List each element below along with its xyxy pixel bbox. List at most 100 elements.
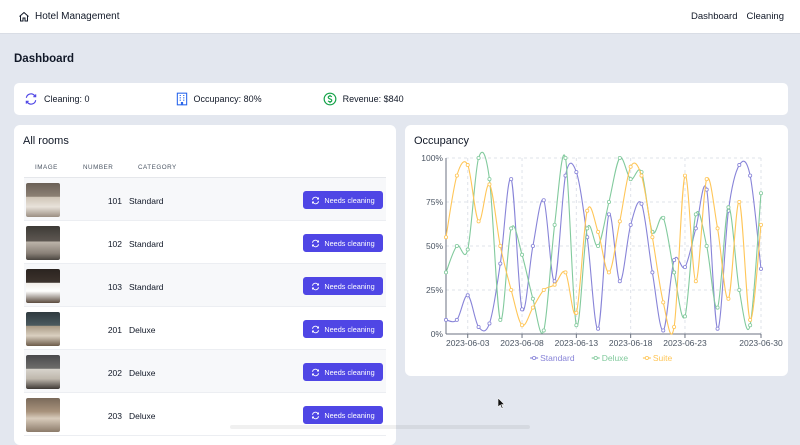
dollar-icon <box>323 92 337 106</box>
button-label: Needs cleaning <box>324 195 375 205</box>
data-point-suite <box>639 173 644 178</box>
room-number: 101 <box>107 196 122 206</box>
data-point-deluxe <box>628 177 633 182</box>
data-point-standard <box>476 324 481 329</box>
data-point-standard <box>465 293 470 298</box>
data-point-standard <box>498 261 503 266</box>
data-point-standard <box>617 279 622 284</box>
data-point-suite <box>574 310 579 315</box>
data-point-deluxe <box>704 244 709 249</box>
data-point-suite <box>476 219 481 224</box>
home-icon <box>19 11 29 21</box>
room-thumbnail <box>26 312 60 346</box>
room-number: 102 <box>107 239 122 249</box>
needs-cleaning-button[interactable]: Needs cleaning <box>303 320 383 338</box>
refresh-icon <box>25 93 37 105</box>
room-number: 203 <box>107 411 122 421</box>
col-number: NUMBER <box>83 164 114 171</box>
y-tick-label: 100% <box>421 153 443 163</box>
data-point-suite <box>650 235 655 240</box>
room-number: 201 <box>107 325 122 335</box>
needs-cleaning-button[interactable]: Needs cleaning <box>303 363 383 381</box>
data-point-deluxe <box>487 177 492 182</box>
needs-cleaning-button[interactable]: Needs cleaning <box>303 191 383 209</box>
data-point-standard <box>552 279 557 284</box>
data-point-suite <box>693 279 698 284</box>
data-point-standard <box>682 265 687 270</box>
data-point-suite <box>541 287 546 292</box>
rooms-table-header: IMAGE NUMBER CATEGORY <box>24 159 386 178</box>
x-tick-label: 2023-06-08 <box>500 338 544 348</box>
data-point-deluxe <box>726 205 731 210</box>
brand[interactable]: Hotel Management <box>18 11 120 23</box>
data-point-deluxe <box>672 270 677 275</box>
data-point-deluxe <box>530 296 535 301</box>
data-point-standard <box>628 222 633 227</box>
data-point-deluxe <box>617 155 622 160</box>
data-point-suite <box>509 287 514 292</box>
data-point-suite <box>530 305 535 310</box>
nav-cleaning-link[interactable]: Cleaning <box>747 11 785 22</box>
data-point-deluxe <box>693 212 698 217</box>
needs-cleaning-button[interactable]: Needs cleaning <box>303 406 383 424</box>
button-label: Needs cleaning <box>324 238 375 248</box>
data-point-deluxe <box>585 226 590 231</box>
y-tick-label: 25% <box>426 285 443 295</box>
data-point-standard <box>661 328 666 333</box>
x-tick-label: 2023-06-13 <box>555 338 599 348</box>
button-label: Needs cleaning <box>324 324 375 334</box>
mouse-cursor-icon <box>498 398 506 409</box>
data-point-suite <box>563 270 568 275</box>
data-point-deluxe <box>552 222 557 227</box>
occupancy-card: Occupancy 0% 25% 50% 75% 100% 2023-06-03 2023-… <box>405 125 788 376</box>
data-point-suite <box>737 200 742 205</box>
legend-label-suite: Suite <box>653 353 673 363</box>
data-point-standard <box>606 212 611 217</box>
data-point-deluxe <box>509 226 514 231</box>
data-point-standard <box>672 258 677 263</box>
button-label: Needs cleaning <box>324 281 375 291</box>
data-point-suite <box>487 182 492 187</box>
data-point-deluxe <box>758 191 763 196</box>
stat-cleaning: Cleaning: 0 <box>24 92 90 106</box>
data-point-suite <box>661 300 666 305</box>
data-point-deluxe <box>606 200 611 205</box>
nav-links: Dashboard Cleaning <box>682 11 784 22</box>
data-point-suite <box>748 317 753 322</box>
table-row: 101 Standard Needs cleaning <box>24 178 386 221</box>
refresh-icon <box>312 196 320 204</box>
room-category: Standard <box>129 282 164 292</box>
table-row: 203 Deluxe Needs cleaning <box>24 393 386 436</box>
room-category: Standard <box>129 239 164 249</box>
room-category: Standard <box>129 196 164 206</box>
data-point-suite <box>628 164 633 169</box>
data-point-deluxe <box>661 215 666 220</box>
data-point-deluxe <box>498 317 503 322</box>
button-label: Needs cleaning <box>324 410 375 420</box>
data-point-deluxe <box>682 314 687 319</box>
legend-label-standard: Standard <box>540 353 575 363</box>
nav-dashboard-link[interactable]: Dashboard <box>691 11 737 22</box>
occupancy-chart: 0% 25% 50% 75% 100% 2023-06-03 2023-06-08 2023-… <box>421 151 783 363</box>
needs-cleaning-button[interactable]: Needs cleaning <box>303 277 383 295</box>
app-title: Hotel Management <box>35 11 120 22</box>
page-title: Dashboard <box>14 53 75 65</box>
col-image: IMAGE <box>35 164 58 171</box>
room-category: Deluxe <box>129 325 156 335</box>
legend-marker-suite <box>644 355 649 360</box>
room-thumbnail <box>26 355 60 389</box>
blur-overlay <box>230 425 530 429</box>
x-tick-label: 2023-06-23 <box>663 338 707 348</box>
table-row: 102 Standard Needs cleaning <box>24 221 386 264</box>
data-point-suite <box>444 235 449 240</box>
data-point-standard <box>748 173 753 178</box>
col-category: CATEGORY <box>138 164 177 171</box>
legend-marker-deluxe <box>593 355 598 360</box>
data-point-standard <box>487 321 492 326</box>
data-point-deluxe <box>476 155 481 160</box>
room-thumbnail <box>26 226 60 260</box>
table-row: 201 Deluxe Needs cleaning <box>24 307 386 350</box>
data-point-deluxe <box>444 270 449 275</box>
data-point-standard <box>596 326 601 331</box>
needs-cleaning-button[interactable]: Needs cleaning <box>303 234 383 252</box>
